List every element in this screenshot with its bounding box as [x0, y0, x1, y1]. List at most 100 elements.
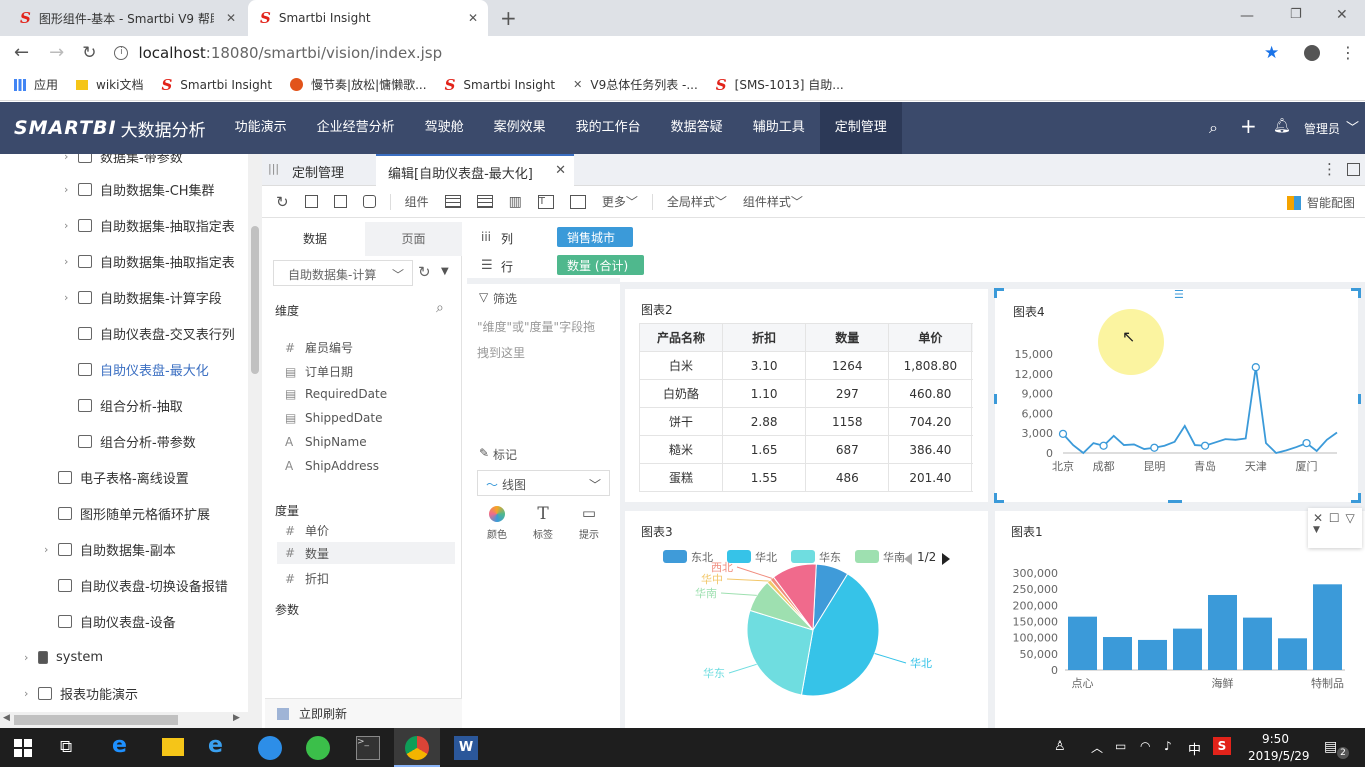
line-point[interactable]: [1099, 441, 1108, 450]
drag-handle-icon[interactable]: |||: [268, 162, 279, 175]
field-item[interactable]: A ShipName: [285, 435, 367, 449]
sogou-icon[interactable]: S: [1213, 737, 1231, 755]
tree-item[interactable]: › 自助数据集-CH集群: [64, 171, 215, 207]
resize-handle[interactable]: [1168, 500, 1182, 503]
back-icon[interactable]: ←: [14, 42, 29, 63]
bar-chart-icon[interactable]: ▥: [509, 194, 522, 210]
table-header[interactable]: 产品名称: [639, 323, 724, 352]
chevron-right-icon[interactable]: ›: [24, 651, 38, 664]
explorer-icon[interactable]: [162, 738, 184, 756]
more-button[interactable]: 更多 ﹀: [602, 193, 638, 210]
table-row[interactable]: 白奶酪 1.10 297 460.80: [639, 379, 973, 408]
forward-icon[interactable]: →: [49, 42, 64, 63]
save-icon[interactable]: [304, 195, 318, 208]
maximize-icon[interactable]: ☐: [1329, 511, 1340, 525]
line-point[interactable]: [1058, 429, 1068, 439]
close-icon[interactable]: ✕: [555, 163, 566, 178]
line-series[interactable]: [1062, 367, 1338, 455]
people-icon[interactable]: ♙: [1054, 739, 1066, 754]
table-header[interactable]: 折扣: [722, 323, 807, 352]
nav-item[interactable]: 数据答疑: [656, 102, 738, 154]
profile-icon[interactable]: [1304, 44, 1320, 61]
tree-item[interactable]: 自助仪表盘-最大化: [64, 351, 209, 387]
tree-item[interactable]: 组合分析-抽取: [64, 387, 183, 423]
line-point[interactable]: [1251, 363, 1260, 372]
nav-item[interactable]: 案例效果: [479, 102, 561, 154]
bookmark-item[interactable]: 慢节奏|放松|慵懒歌...: [290, 76, 427, 93]
terminal-icon[interactable]: >_: [356, 736, 380, 760]
chart2-card[interactable]: 图表2 产品名称 折扣 数量 单价 白米 3.10 1264 1,808.80 白奶酪 1…: [625, 289, 988, 502]
close-icon[interactable]: ✕: [1313, 511, 1323, 525]
tree-item[interactable]: › 自助数据集-副本: [44, 531, 176, 567]
next-page-icon[interactable]: [942, 553, 950, 565]
clock-time[interactable]: 9:50: [1262, 732, 1289, 746]
text-icon[interactable]: T: [537, 194, 554, 209]
bookmark-item[interactable]: S Smartbi Insight: [445, 76, 556, 94]
edge-icon[interactable]: e: [112, 733, 136, 758]
close-icon[interactable]: ✕: [468, 11, 478, 25]
table-row[interactable]: 饼干 2.88 1158 704.20: [639, 407, 973, 436]
chevron-right-icon[interactable]: ›: [64, 291, 78, 304]
color-button[interactable]: 颜色: [487, 506, 507, 541]
field-item[interactable]: A ShipAddress: [285, 459, 379, 473]
battery-icon[interactable]: ▭: [1115, 739, 1126, 753]
component-style-button[interactable]: 组件样式 ﹀: [743, 193, 803, 210]
tree-hscrollbar[interactable]: ◀ ▶: [0, 712, 248, 728]
menu-icon[interactable]: ⋮: [1340, 43, 1356, 62]
table-header[interactable]: 单价: [888, 323, 973, 352]
preview-icon[interactable]: [362, 195, 376, 208]
image-icon[interactable]: [569, 194, 586, 209]
nav-item[interactable]: 功能演示: [220, 102, 302, 154]
tab-data[interactable]: 数据: [265, 222, 365, 256]
field-item[interactable]: # 单价: [285, 522, 329, 539]
nav-item[interactable]: 我的工作台: [561, 102, 656, 154]
global-style-button[interactable]: 全局样式 ﹀: [667, 193, 727, 210]
bar[interactable]: [1173, 628, 1202, 670]
legend-swatch[interactable]: [663, 550, 687, 563]
volume-icon[interactable]: ♪: [1164, 739, 1172, 753]
crosstab-icon[interactable]: [476, 195, 493, 208]
table-icon[interactable]: [444, 195, 461, 208]
word-icon[interactable]: W: [454, 736, 478, 760]
ie-icon[interactable]: e: [208, 733, 232, 758]
url-field[interactable]: i localhost :18080/smartbi/vision/index.…: [114, 39, 1284, 67]
new-tab-icon[interactable]: +: [500, 6, 517, 30]
search-icon[interactable]: ⌕: [436, 300, 444, 316]
legend-label[interactable]: 东北: [691, 551, 713, 564]
bookmark-item[interactable]: ✕ V9总体任务列表 -...: [573, 76, 698, 93]
field-item[interactable]: ▤ 订单日期: [285, 363, 353, 380]
row-pill[interactable]: 数量 (合计): [557, 255, 644, 275]
chevron-right-icon[interactable]: ›: [64, 154, 78, 163]
app-icon[interactable]: [258, 736, 282, 760]
resize-handle[interactable]: [994, 394, 997, 404]
bar[interactable]: [1103, 637, 1132, 670]
line-point[interactable]: [1200, 441, 1210, 450]
bookmark-item[interactable]: wiki文档: [76, 76, 143, 93]
field-item-selected[interactable]: # 数量: [277, 542, 455, 564]
browser-tab-active[interactable]: S Smartbi Insight ✕: [248, 0, 488, 36]
save-as-icon[interactable]: [333, 195, 347, 208]
restore-icon[interactable]: ❐: [1290, 7, 1302, 22]
close-window-icon[interactable]: ✕: [1336, 7, 1348, 23]
bookmark-apps[interactable]: 应用: [14, 76, 58, 93]
legend-swatch[interactable]: [791, 550, 815, 563]
filter-drop-hint[interactable]: "维度"或"度量"字段拖拽到这里: [477, 314, 602, 366]
tree-item[interactable]: › system: [24, 639, 103, 675]
nav-item-active[interactable]: 定制管理: [819, 102, 902, 154]
bookmark-star-icon[interactable]: ★: [1264, 43, 1279, 63]
label-button[interactable]: T 标签: [533, 504, 553, 541]
table-row[interactable]: 蛋糕 1.55 486 201.40: [639, 463, 973, 492]
table-row[interactable]: 糙米 1.65 687 386.40: [639, 435, 973, 464]
column-pill[interactable]: 销售城市: [557, 227, 633, 247]
table-header[interactable]: 数量: [805, 323, 890, 352]
table-row[interactable]: 白米 3.10 1264 1,808.80: [639, 351, 973, 380]
bar[interactable]: [1138, 639, 1167, 670]
wifi-icon[interactable]: ◠: [1140, 739, 1150, 753]
legend-label[interactable]: 华东: [819, 550, 841, 564]
caret-down-icon[interactable]: ▼: [441, 266, 449, 277]
legend-label[interactable]: 华南: [883, 550, 905, 564]
mark-type-select[interactable]: 〜线图 ﹀: [477, 470, 610, 496]
reload-icon[interactable]: ↻: [82, 43, 96, 63]
tab-page[interactable]: 页面: [365, 222, 462, 256]
legend-label[interactable]: 华北: [755, 550, 777, 564]
